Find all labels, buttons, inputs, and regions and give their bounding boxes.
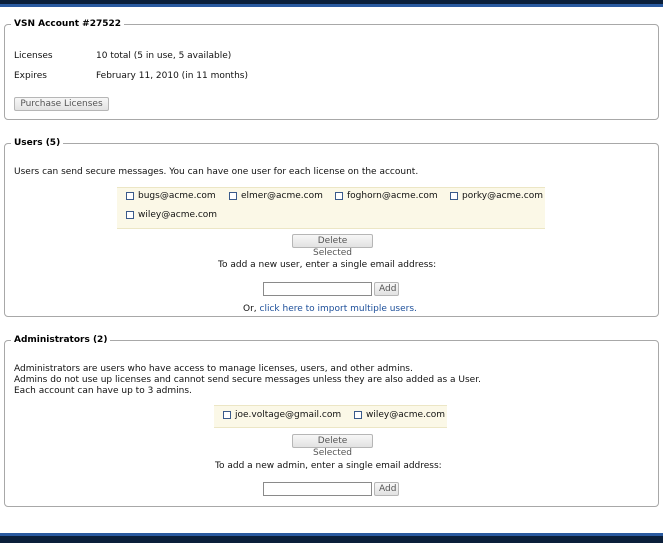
top-header-bar — [0, 0, 663, 7]
users-delete-selected-button[interactable]: Delete Selected — [292, 234, 373, 258]
user-checkbox[interactable] — [229, 192, 237, 200]
admins-description-line: Administrators are users who have access… — [14, 364, 413, 374]
user-email: wiley@acme.com — [138, 210, 218, 220]
expires-value: February 11, 2010 (in 11 months) — [96, 71, 248, 81]
account-legend: VSN Account #27522 — [14, 19, 122, 29]
admins-add-email-input[interactable] — [263, 482, 372, 496]
admins-section: Administrators (2) Administrators are us… — [4, 335, 659, 507]
admins-add-prompt: To add a new admin, enter a single email… — [215, 461, 442, 471]
admins-legend: Administrators (2) — [14, 335, 108, 345]
users-section: Users (5) Users can send secure messages… — [4, 138, 659, 317]
purchase-licenses-button[interactable]: Purchase Licenses — [14, 97, 109, 111]
admin-checkbox[interactable] — [223, 411, 231, 419]
admin-email: joe.voltage@gmail.com — [235, 410, 342, 420]
account-section: VSN Account #27522 Licenses 10 total (5 … — [4, 19, 659, 120]
user-email: porky@acme.com — [462, 191, 543, 201]
admins-description-line: Each account can have up to 3 admins. — [14, 386, 192, 396]
admin-checkbox[interactable] — [354, 411, 362, 419]
bottom-footer-bar — [0, 533, 663, 543]
user-checkbox[interactable] — [450, 192, 458, 200]
users-add-button[interactable]: Add — [374, 282, 399, 296]
user-email: foghorn@acme.com — [347, 191, 438, 201]
users-description: Users can send secure messages. You can … — [14, 167, 419, 177]
users-legend: Users (5) — [14, 138, 61, 148]
admins-description-line: Admins do not use up licenses and cannot… — [14, 375, 481, 385]
user-email: elmer@acme.com — [241, 191, 323, 201]
admins-add-button[interactable]: Add — [374, 482, 399, 496]
user-checkbox[interactable] — [335, 192, 343, 200]
user-email: bugs@acme.com — [138, 191, 216, 201]
user-checkbox[interactable] — [126, 211, 134, 219]
users-add-prompt: To add a new user, enter a single email … — [218, 260, 437, 270]
users-add-email-input[interactable] — [263, 282, 372, 296]
licenses-label: Licenses — [14, 51, 53, 61]
admins-delete-selected-button[interactable]: Delete Selected — [292, 434, 373, 458]
licenses-value: 10 total (5 in use, 5 available) — [96, 51, 232, 61]
user-checkbox[interactable] — [126, 192, 134, 200]
admin-email: wiley@acme.com — [366, 410, 446, 420]
users-import-prefix: Or, — [243, 304, 260, 314]
import-users-link[interactable]: click here to import multiple users. — [260, 304, 417, 314]
users-import-line: Or, click here to import multiple users. — [243, 304, 417, 314]
expires-label: Expires — [14, 71, 47, 81]
